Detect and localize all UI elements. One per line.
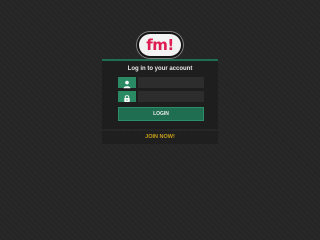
join-now-link[interactable]: JOIN NOW!	[102, 131, 218, 144]
fm-logo-text: fm!	[146, 35, 174, 54]
login-button[interactable]: LOGIN	[118, 107, 204, 121]
fm-logo: fm!	[139, 34, 181, 56]
user-icon	[118, 77, 136, 89]
join-bar: JOIN NOW!	[102, 131, 218, 144]
login-panel: Log in to your account LOGIN	[102, 59, 218, 129]
username-field[interactable]	[118, 77, 204, 89]
lock-icon	[118, 91, 136, 102]
password-input[interactable]	[138, 91, 204, 102]
username-input[interactable]	[138, 77, 204, 88]
login-panel-title: Log in to your account	[127, 66, 193, 72]
password-field[interactable]	[118, 91, 204, 102]
